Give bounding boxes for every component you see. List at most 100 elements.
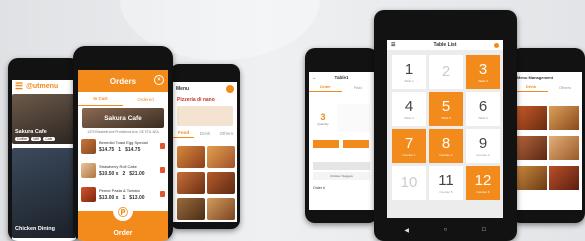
- table-cell[interactable]: 9 Counter 3: [466, 129, 500, 163]
- tablet-table-list: ☰ Table List 1 Table 1 2 3 Table 3 4 Table 45T…: [374, 10, 517, 241]
- table-number: 5: [441, 98, 451, 115]
- quantity-value: 3: [320, 112, 326, 122]
- tab-ordered[interactable]: Ordered: [123, 92, 168, 106]
- menu-header: Menu: [173, 82, 237, 96]
- home-icon[interactable]: ○: [444, 227, 448, 233]
- settings-icon[interactable]: [494, 42, 499, 48]
- menu-title: Menu: [176, 86, 190, 92]
- restaurant-name: Sakura Cafe: [104, 114, 142, 122]
- orders-header: Orders ×: [78, 70, 168, 92]
- restaurant-address: 1379 Elizabeth Ave Providence Ave, OE 97…: [87, 130, 159, 134]
- item-price: $14.75: [99, 146, 115, 153]
- table-cell: 10: [392, 166, 426, 200]
- table-cell[interactable]: 7 Counter 1: [392, 129, 426, 163]
- table-header: ← Table1: [309, 72, 374, 82]
- menu-item-tile[interactable]: [517, 106, 547, 130]
- food-tile[interactable]: [177, 146, 205, 168]
- table-grid: 1 Table 1 2 3 Table 3 4 Table 4 5 Table 5 6 Table …: [387, 50, 503, 205]
- order-label: Order: [113, 230, 133, 237]
- table-number: 6: [478, 98, 488, 115]
- order-button[interactable]: Ⓟ Order: [78, 201, 168, 241]
- table-number: 2: [441, 63, 451, 80]
- android-navbar: ◀ ○ □: [387, 223, 503, 237]
- tag-chip: Coffee: [15, 137, 30, 141]
- action-button[interactable]: [313, 140, 339, 148]
- restaurant-card[interactable]: Chicken Dining: [12, 148, 76, 238]
- menu-management-title: Menu Management: [517, 74, 554, 80]
- table-list-header: ☰ Table List: [387, 40, 503, 50]
- table-cell[interactable]: 8 Counter 2: [429, 129, 463, 163]
- item-thumbnail: [81, 186, 96, 202]
- tab-drink[interactable]: Drink: [194, 128, 215, 138]
- recents-icon[interactable]: □: [482, 227, 486, 233]
- food-tile[interactable]: [207, 198, 235, 220]
- table-label: Table 6: [478, 116, 488, 120]
- tab-in-cart[interactable]: In Cart: [78, 92, 123, 106]
- table-number: 3: [478, 61, 488, 78]
- table-cell[interactable]: 1 Table 1: [392, 55, 426, 89]
- table-number: 4: [404, 98, 414, 115]
- table-label: Counter 5: [439, 190, 453, 194]
- table-cell: 2: [429, 55, 463, 89]
- food-tile[interactable]: [177, 198, 205, 220]
- menu-item-tile[interactable]: [517, 136, 547, 160]
- table-label: Table 3: [478, 79, 488, 83]
- menu-icon[interactable]: ☰: [391, 42, 395, 48]
- table-number: 10: [400, 174, 418, 191]
- cart-icon[interactable]: [226, 85, 234, 93]
- tab-others[interactable]: Others: [548, 82, 582, 92]
- table-cell[interactable]: 11 Counter 5: [429, 166, 463, 200]
- table-title: Table1: [334, 74, 349, 80]
- restaurant-card[interactable]: Sakura Cafe Coffee Wifi Cafe: [12, 94, 76, 144]
- table-list-title: Table List: [433, 42, 457, 48]
- quantity-label: Quantity: [317, 122, 329, 126]
- item-qty[interactable]: 1: [118, 147, 121, 153]
- table-cell[interactable]: 5 Table 5: [429, 92, 463, 126]
- quantity-block: 3 Quantity: [313, 112, 333, 126]
- item-total: $21.00: [129, 170, 145, 177]
- close-icon[interactable]: ×: [154, 75, 164, 85]
- item-name: Penne Pasta & Tomato: [99, 187, 140, 193]
- tablet-order-detail: ← Table1 Order Paid 3 Quantity Chicken N…: [305, 48, 378, 223]
- trash-icon[interactable]: [160, 143, 165, 149]
- food-tile[interactable]: [207, 146, 235, 168]
- item-detail: [337, 104, 370, 132]
- phone-menu: Menu Pizzeria di nano Food Drink Others: [170, 64, 240, 229]
- menu-item-tile[interactable]: [549, 166, 579, 190]
- trash-icon[interactable]: [160, 191, 165, 197]
- tab-order[interactable]: Order: [309, 82, 342, 92]
- back-icon[interactable]: ◀: [404, 227, 409, 234]
- table-label: Counter 1: [402, 153, 416, 157]
- menu-item-tile[interactable]: [549, 136, 579, 160]
- table-cell[interactable]: 3 Table 3: [466, 55, 500, 89]
- item-name: Benedict Toast Egg Special: [99, 139, 148, 145]
- table-cell[interactable]: 12 Counter 6: [466, 166, 500, 200]
- trash-icon[interactable]: [160, 167, 165, 173]
- table-cell[interactable]: 6 Table 6: [466, 92, 500, 126]
- table-cell[interactable]: 4 Table 4: [392, 92, 426, 126]
- food-tile[interactable]: [207, 172, 235, 194]
- back-icon[interactable]: ←: [312, 75, 317, 80]
- tablet-menu-management: Menu Management Drink Others: [511, 48, 585, 223]
- item-thumbnail: [81, 162, 96, 178]
- table-label: Counter 3: [476, 153, 490, 157]
- item-qty[interactable]: 2: [122, 171, 125, 177]
- tab-others[interactable]: Others: [216, 128, 237, 138]
- food-tile[interactable]: [177, 172, 205, 194]
- item-price: $13.00 x: [99, 194, 119, 201]
- table-label: Counter 2: [439, 153, 453, 157]
- menu-item-tile[interactable]: [549, 106, 579, 130]
- item-qty[interactable]: 1: [122, 195, 125, 201]
- action-button[interactable]: [343, 140, 369, 148]
- tab-paid[interactable]: Paid: [342, 82, 375, 92]
- tab-food[interactable]: Food: [173, 128, 195, 138]
- menu-icon[interactable]: ☰: [15, 81, 23, 92]
- table-label: Table 4: [404, 116, 414, 120]
- table-number: 12: [474, 172, 492, 189]
- brand-logo: @utmenu: [26, 82, 59, 90]
- tab-drink[interactable]: Drink: [514, 82, 548, 92]
- phone-restaurant-list: ☰ @utmenu Sakura Cafe Coffee Wifi Cafe C…: [8, 58, 80, 241]
- order-row: [313, 162, 370, 170]
- menu-item-tile[interactable]: [517, 166, 547, 190]
- table-number: 8: [441, 135, 451, 152]
